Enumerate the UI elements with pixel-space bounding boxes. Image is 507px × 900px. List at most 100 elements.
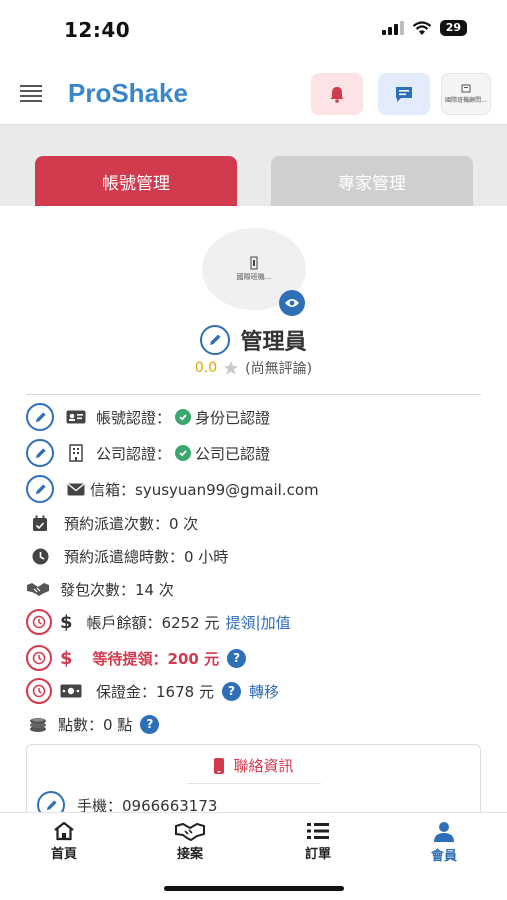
profile-name: 管理員	[240, 330, 307, 355]
edit-name-button[interactable]	[200, 325, 231, 355]
messages-button[interactable]	[378, 73, 430, 115]
handshake-icon	[26, 579, 50, 599]
company-verification-status: 公司已認證	[195, 444, 271, 463]
outsource-count-row: 發包次數：14 次	[26, 574, 174, 604]
status-time: 12:40	[64, 18, 131, 42]
account-verification-row: 帳號認證： 身份已認證	[26, 402, 270, 432]
profile-name-row: 管理員	[0, 324, 507, 356]
tab-expert-management[interactable]: 專家管理	[271, 156, 473, 206]
nav-jobs-label: 接案	[176, 847, 203, 862]
pencil-icon	[35, 411, 46, 422]
points-text: 點數：0 點	[58, 715, 133, 734]
transfer-link[interactable]: 轉移	[249, 681, 279, 702]
calendar-icon	[30, 513, 50, 533]
company-switch-button[interactable]: 國際班機顧問...	[441, 73, 491, 115]
points-row: 點數：0 點 ?	[26, 709, 160, 739]
pencil-icon	[46, 799, 57, 810]
home-indicator	[164, 886, 344, 891]
envelope-icon	[66, 479, 86, 499]
handshake-icon	[175, 822, 205, 841]
star-icon	[224, 361, 239, 375]
deposit-row: 保證金：1678 元 ? 轉移	[26, 676, 279, 706]
status-icons: 29	[381, 20, 467, 36]
help-icon[interactable]: ?	[227, 648, 247, 668]
contact-info-title-text: 聯絡資訊	[233, 757, 294, 775]
pencil-icon	[35, 483, 46, 494]
edit-company-verification-button[interactable]	[26, 439, 54, 467]
help-icon[interactable]: ?	[140, 714, 160, 734]
balance-history-button[interactable]	[26, 609, 52, 635]
verified-check-icon	[175, 445, 192, 461]
help-icon[interactable]: ?	[221, 681, 241, 701]
rating-note: (尚無評論)	[245, 361, 313, 377]
history-icon	[32, 615, 46, 629]
view-avatar-button[interactable]	[279, 290, 305, 316]
verified-check-icon	[175, 409, 192, 425]
coins-icon	[28, 714, 48, 734]
nav-orders-label: 訂單	[304, 847, 331, 862]
pending-history-button[interactable]	[26, 645, 52, 671]
history-icon	[32, 651, 46, 665]
brand-logo[interactable]: ProShake	[68, 78, 188, 109]
deposit-history-button[interactable]	[26, 678, 52, 704]
rating-row: 0.0 (尚無評論)	[0, 358, 507, 378]
contact-info-title: 聯絡資訊	[27, 755, 480, 776]
booking-hours-row: 預約派遣總時數：0 小時	[26, 541, 228, 571]
company-verification-label: 公司認證：	[96, 444, 172, 463]
tab-account-management[interactable]: 帳號管理	[35, 156, 237, 206]
account-verification-status: 身份已認證	[195, 408, 271, 427]
home-icon	[54, 821, 74, 841]
nav-jobs[interactable]: 接案	[150, 821, 230, 862]
outsource-count-text: 發包次數：14 次	[60, 580, 174, 599]
dollar-icon: $	[60, 611, 73, 633]
nav-member-label: 會員	[430, 849, 457, 864]
company-logo-icon	[250, 256, 258, 270]
pencil-icon	[35, 447, 46, 458]
dollar-icon: $	[60, 647, 73, 669]
booking-count-row: 預約派遣次數：0 次	[26, 508, 198, 538]
divider	[187, 783, 321, 784]
cash-icon	[60, 681, 82, 701]
history-icon	[32, 684, 46, 698]
signal-icon	[381, 21, 404, 35]
email-row: 信箱：syusyuan99@gmail.com	[26, 474, 319, 504]
nav-home-label: 首頁	[50, 847, 77, 862]
booking-count-text: 預約派遣次數：0 次	[64, 514, 199, 533]
edit-email-button[interactable]	[26, 475, 54, 503]
id-card-icon	[66, 407, 86, 427]
account-verification-label: 帳號認證：	[96, 408, 172, 427]
building-icon	[461, 84, 471, 93]
balance-row: $ 帳戶餘額：6252 元 提領 | 加值	[26, 607, 291, 637]
list-icon	[307, 823, 329, 839]
edit-phone-button[interactable]	[37, 791, 65, 812]
status-bar: 12:40 29	[0, 0, 507, 58]
email-text: 信箱：syusyuan99@gmail.com	[90, 480, 319, 499]
notifications-button[interactable]	[311, 73, 363, 115]
balance-text: 帳戶餘額：6252 元	[86, 613, 220, 632]
clock-icon	[30, 546, 50, 566]
nav-orders[interactable]: 訂單	[278, 821, 358, 862]
building-icon	[66, 443, 86, 463]
rating-value: 0.0	[194, 360, 218, 376]
battery-indicator: 29	[439, 20, 467, 36]
nav-member[interactable]: 會員	[404, 821, 484, 864]
contact-info-card: 聯絡資訊 手機：0966663173	[26, 744, 481, 812]
nav-home[interactable]: 首頁	[24, 821, 104, 862]
phone-text: 手機：0966663173	[77, 796, 218, 813]
edit-account-verification-button[interactable]	[26, 403, 54, 431]
pending-withdrawal-text: 等待提領：200 元	[92, 649, 220, 668]
booking-hours-text: 預約派遣總時數：0 小時	[64, 547, 229, 566]
avatar-label: 國際班機...	[236, 273, 272, 281]
app-header: ProShake 國際班機顧問...	[0, 58, 507, 124]
divider	[26, 394, 481, 395]
deposit-text: 保證金：1678 元	[96, 682, 214, 701]
withdraw-link[interactable]: 提領	[225, 612, 255, 633]
pencil-icon	[210, 334, 221, 345]
pending-withdrawal-row: $ 等待提領：200 元 ?	[26, 643, 247, 673]
hamburger-menu-icon[interactable]	[20, 85, 42, 102]
company-label: 國際班機顧問...	[445, 97, 487, 104]
chat-icon	[396, 87, 412, 102]
topup-link[interactable]: 加值	[261, 612, 291, 633]
user-icon	[434, 822, 454, 842]
bell-icon	[330, 87, 344, 103]
